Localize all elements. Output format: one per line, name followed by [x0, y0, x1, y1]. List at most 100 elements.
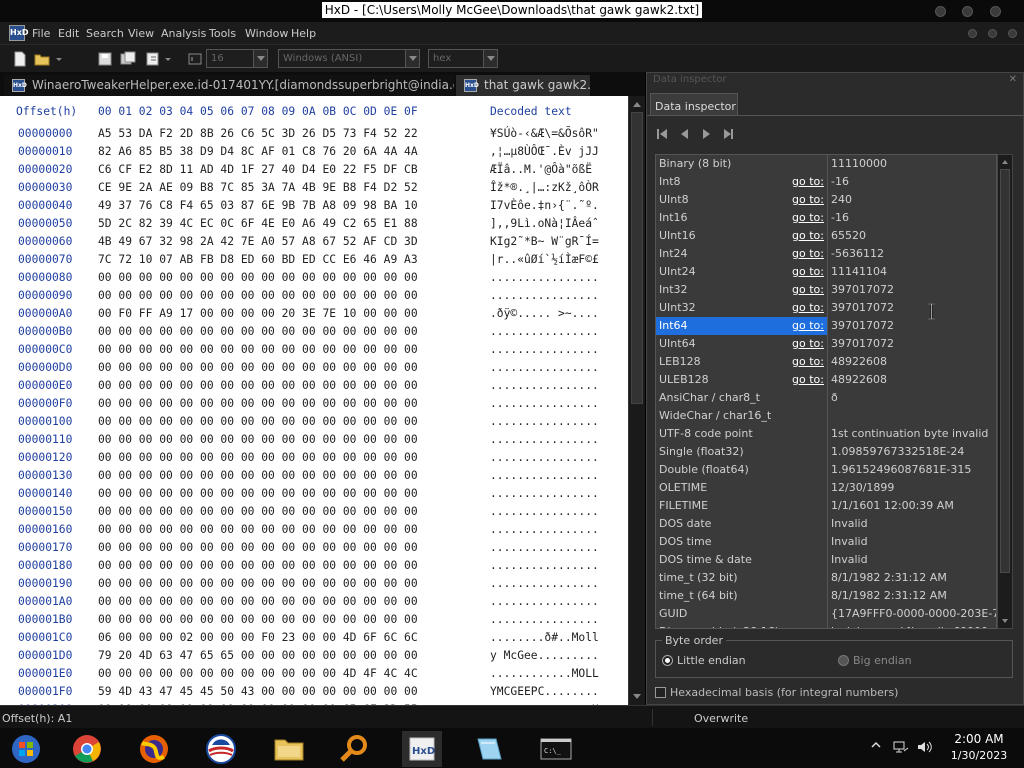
inspector-row[interactable]: UInt24 go to: 11141104	[656, 263, 996, 281]
row-bytes[interactable]: 00 00 00 00 00 00 00 00 00 00 00 00 00 0…	[98, 359, 418, 377]
inspector-row[interactable]: UTF-8 code point 1st continuation byte in…	[656, 425, 996, 443]
row-bytes[interactable]: 79 20 4D 63 47 65 65 00 00 00 00 00 00 0…	[98, 647, 418, 665]
inspector-row[interactable]: LEB128 go to: 48922608	[656, 353, 996, 371]
menu-window[interactable]: Window	[245, 27, 288, 40]
inspector-value[interactable]: 1.09859767332518E-24	[831, 445, 964, 458]
row-bytes[interactable]: 4B 49 67 32 98 2A 42 7E A0 57 A8 67 52 A…	[98, 233, 418, 251]
inspector-row[interactable]: UInt32 go to: 397017072	[656, 299, 996, 317]
goto-link[interactable]: go to:	[792, 337, 824, 350]
goto-link[interactable]: go to:	[792, 211, 824, 224]
inspector-value[interactable]: -16	[831, 175, 849, 188]
row-bytes[interactable]: C6 CF E2 8D 11 AD 4D 1F 27 40 D4 E0 22 F…	[98, 161, 418, 179]
scroll-thumb[interactable]	[1000, 169, 1010, 573]
big-endian-radio[interactable]: Big endian	[838, 654, 912, 667]
inspector-row[interactable]: Int24 go to: -5636112	[656, 245, 996, 263]
inspector-row[interactable]: time_t (32 bit) 8/1/1982 2:31:12 AM	[656, 569, 996, 587]
tray-expand-icon[interactable]	[871, 740, 881, 750]
inspector-row[interactable]: Int16 go to: -16	[656, 209, 996, 227]
row-bytes[interactable]: 00 00 00 00 00 00 00 00 00 00 00 00 00 0…	[98, 449, 418, 467]
inspector-value[interactable]: 48922608	[831, 355, 887, 368]
charset-select[interactable]: Windows (ANSI)	[278, 49, 420, 68]
command-prompt-taskbar-button[interactable]: C:\_	[536, 731, 576, 767]
inspector-value[interactable]: 8/1/1982 2:31:12 AM	[831, 589, 947, 602]
menu-help[interactable]: Help	[291, 27, 316, 40]
row-decoded-text[interactable]: ‚¦…µ8ÙÔŒ¯.Èv jJJ	[490, 143, 599, 161]
inspector-value[interactable]: Invalid	[831, 553, 868, 566]
previous-byte-icon[interactable]	[677, 127, 691, 141]
row-bytes[interactable]: 00 00 00 00 00 00 00 00 00 00 00 00 00 0…	[98, 395, 418, 413]
inspector-row[interactable]: OLETIME 12/30/1899	[656, 479, 996, 497]
app-icon[interactable]: HxD	[9, 25, 29, 41]
menu-file[interactable]: File	[32, 27, 50, 40]
row-decoded-text[interactable]: y McGee.........	[490, 647, 599, 665]
row-bytes[interactable]: 82 A6 85 B5 38 D9 D4 8C AF 01 C8 76 20 6…	[98, 143, 418, 161]
row-decoded-text[interactable]: ................	[490, 449, 599, 467]
row-decoded-text[interactable]: ................	[490, 395, 599, 413]
row-bytes[interactable]: 00 00 00 00 00 00 00 00 00 00 00 00 00 0…	[98, 341, 418, 359]
inspector-row[interactable]: Binary (8 bit) 11110000	[656, 155, 996, 173]
goto-link[interactable]: go to:	[792, 355, 824, 368]
panel-close-icon[interactable]: ✕	[1009, 74, 1017, 85]
goto-link[interactable]: go to:	[792, 193, 824, 206]
minimize-button[interactable]	[935, 6, 946, 17]
scroll-up-icon[interactable]	[1002, 160, 1008, 164]
inspector-value[interactable]: 397017072	[831, 301, 894, 314]
inspector-row[interactable]: Double (float64) 1.96152496087681E-315	[656, 461, 996, 479]
row-bytes[interactable]: 00 00 00 00 00 00 00 00 00 00 00 00 00 0…	[98, 557, 418, 575]
inspector-row[interactable]: DOS time & date Invalid	[656, 551, 996, 569]
inspector-row[interactable]: AnsiChar / char8_t ð	[656, 389, 996, 407]
menu-view[interactable]: View	[128, 27, 154, 40]
row-bytes[interactable]: 49 37 76 C8 F4 65 03 87 6E 9B 7B A8 09 9…	[98, 197, 418, 215]
row-decoded-text[interactable]: .ðÿ©..... >~....	[490, 305, 599, 323]
row-decoded-text[interactable]: ................	[490, 485, 599, 503]
row-bytes[interactable]: 7C 72 10 07 AB FB D8 ED 60 BD ED CC E6 4…	[98, 251, 418, 269]
goto-link[interactable]: go to:	[792, 373, 824, 386]
row-decoded-text[interactable]: ................	[490, 377, 599, 395]
close-button[interactable]	[990, 6, 1001, 17]
save-all-icon[interactable]	[120, 51, 136, 67]
little-endian-radio[interactable]: Little endian	[662, 654, 746, 667]
row-decoded-text[interactable]: ................	[490, 575, 599, 593]
start-button[interactable]	[6, 731, 46, 767]
goto-link[interactable]: go to:	[792, 247, 824, 260]
row-bytes[interactable]: 00 00 00 00 00 00 00 00 00 00 00 00 00 0…	[98, 269, 418, 287]
inspector-scrollbar[interactable]	[997, 154, 1013, 629]
menu-search[interactable]: Search	[86, 27, 124, 40]
save-icon[interactable]	[97, 51, 113, 67]
inspector-value[interactable]: lock inc word [bx+di+60000	[831, 625, 988, 628]
goto-link[interactable]: go to:	[792, 319, 824, 332]
inspector-value[interactable]: 11110000	[831, 157, 887, 170]
row-bytes[interactable]: 06 00 00 00 02 00 00 00 F0 23 00 00 4D 6…	[98, 629, 418, 647]
menu-tools[interactable]: Tools	[209, 27, 236, 40]
inspector-row[interactable]: Disassembly (x86-16) lock inc word [bx+di…	[656, 623, 996, 628]
row-bytes[interactable]: 00 00 00 00 00 00 00 00 00 00 00 00 00 0…	[98, 503, 418, 521]
row-bytes[interactable]: 00 00 00 00 00 00 00 00 00 00 00 00 00 0…	[98, 467, 418, 485]
tab-that-gawk-gawk2[interactable]: HxD that gawk gawk2.txt	[456, 75, 590, 96]
inspector-row[interactable]: UInt64 go to: 397017072	[656, 335, 996, 353]
bytes-per-row-select[interactable]: 16	[206, 49, 268, 68]
inspector-row[interactable]: FILETIME 1/1/1601 12:00:39 AM	[656, 497, 996, 515]
row-bytes[interactable]: CE 9E 2A AE 09 B8 7C 85 3A 7A 4B 9E B8 F…	[98, 179, 418, 197]
scroll-thumb[interactable]	[631, 112, 643, 404]
row-bytes[interactable]: 00 F0 FF A9 17 00 00 00 00 20 3E 7E 10 0…	[98, 305, 418, 323]
mdi-restore-button[interactable]	[988, 29, 997, 38]
inspector-row[interactable]: Single (float32) 1.09859767332518E-24	[656, 443, 996, 461]
row-bytes[interactable]: 00 00 00 00 00 00 00 00 00 00 00 00 00 0…	[98, 575, 418, 593]
export-icon[interactable]	[145, 51, 161, 67]
row-bytes[interactable]: 59 4D 43 47 45 45 50 43 00 00 00 00 00 0…	[98, 683, 418, 701]
inspector-row[interactable]: DOS time Invalid	[656, 533, 996, 551]
maximize-button[interactable]	[962, 6, 973, 17]
row-decoded-text[interactable]: ................	[490, 593, 599, 611]
inspector-value[interactable]: ð	[831, 391, 838, 404]
inspector-row[interactable]: Int64 go to: 397017072	[656, 317, 996, 335]
row-decoded-text[interactable]: ................	[490, 467, 599, 485]
inspector-row[interactable]: UInt8 go to: 240	[656, 191, 996, 209]
row-bytes[interactable]: 00 00 00 00 00 00 00 00 00 00 00 00 00 0…	[98, 377, 418, 395]
inspector-value[interactable]: 1.96152496087681E-315	[831, 463, 971, 476]
row-bytes[interactable]: 00 00 00 00 00 00 00 00 00 00 00 00 00 0…	[98, 323, 418, 341]
inspector-row[interactable]: WideChar / char16_t￰	[656, 407, 996, 425]
row-decoded-text[interactable]: ................	[490, 359, 599, 377]
inspector-value[interactable]: 65520	[831, 229, 866, 242]
new-file-icon[interactable]	[12, 51, 28, 67]
row-decoded-text[interactable]: |r..«ûØí`½íÌæF©£	[490, 251, 599, 269]
